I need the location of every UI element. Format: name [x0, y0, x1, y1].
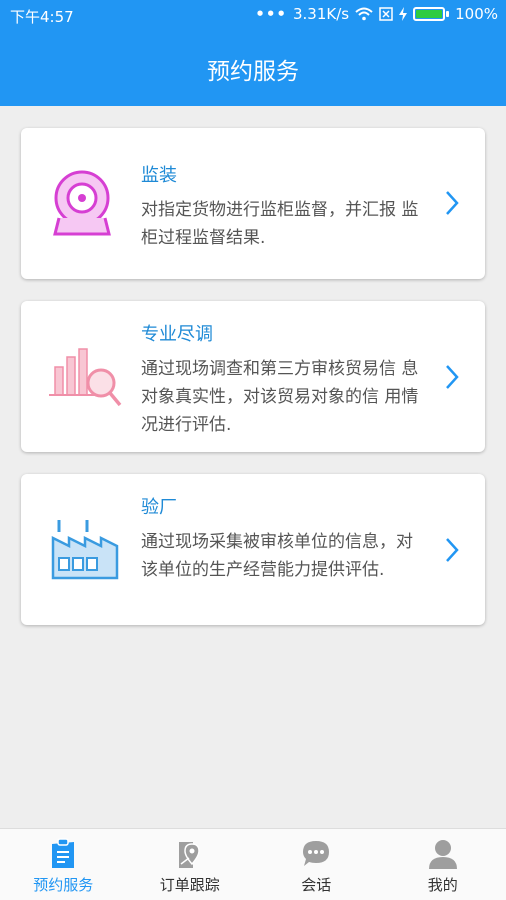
tab-label: 预约服务	[33, 876, 94, 894]
tab-booking-service[interactable]: 预约服务	[0, 829, 127, 900]
app-header: 下午4:57 ••• 3.31K/s 100% 预约服务	[0, 0, 506, 106]
chevron-right-icon	[446, 538, 459, 562]
tab-chat[interactable]: 会话	[253, 829, 380, 900]
factory-icon	[51, 520, 119, 580]
service-description: 对指定货物进行监柜监督，并汇报 监柜过程监督结果.	[141, 200, 419, 248]
battery-level: 100%	[455, 5, 498, 23]
service-card-due-diligence[interactable]: 专业尽调 通过现场调查和第三方审核贸易信 息对象真实性，对该贸易对象的信 用情况…	[21, 301, 485, 452]
status-bar: 下午4:57 ••• 3.31K/s 100%	[0, 0, 506, 32]
user-icon	[428, 840, 457, 869]
status-time: 下午4:57	[10, 8, 74, 26]
service-description: 通过现场采集被审核单位的信息，对该单位的生产经营能力提供评估.	[141, 532, 413, 580]
chevron-right-icon	[446, 365, 459, 389]
battery-icon	[413, 7, 446, 21]
more-dots-icon: •••	[255, 5, 287, 23]
clipboard-icon	[52, 838, 75, 868]
tab-label: 我的	[427, 876, 458, 894]
service-description: 通过现场调查和第三方审核贸易信 息对象真实性，对该贸易对象的信 用情况进行评估.	[141, 359, 419, 435]
map-pin-icon	[178, 842, 200, 868]
tab-label: 订单跟踪	[159, 876, 220, 894]
wifi-icon	[355, 7, 373, 21]
chart-search-icon	[49, 348, 122, 407]
service-title: 验厂	[141, 497, 177, 518]
no-sim-icon	[379, 7, 393, 21]
charging-icon	[399, 7, 408, 21]
service-card-inspection[interactable]: 监装 对指定货物进行监柜监督，并汇报 监柜过程监督结果.	[21, 128, 485, 279]
tab-profile[interactable]: 我的	[380, 829, 506, 900]
tab-order-tracking[interactable]: 订单跟踪	[127, 829, 254, 900]
status-indicators: ••• 3.31K/s 100%	[255, 5, 498, 23]
service-title: 专业尽调	[141, 324, 213, 345]
bottom-tab-bar: 预约服务 订单跟踪 会话 我的	[0, 828, 506, 900]
page-title: 预约服务	[207, 59, 299, 85]
tab-label: 会话	[301, 876, 332, 894]
network-speed: 3.31K/s	[293, 5, 350, 23]
camera-icon	[53, 170, 111, 236]
chat-icon	[303, 841, 330, 866]
chevron-right-icon	[446, 191, 459, 215]
service-card-factory-audit[interactable]: 验厂 通过现场采集被审核单位的信息，对该单位的生产经营能力提供评估.	[21, 474, 485, 625]
service-title: 监装	[141, 165, 177, 186]
